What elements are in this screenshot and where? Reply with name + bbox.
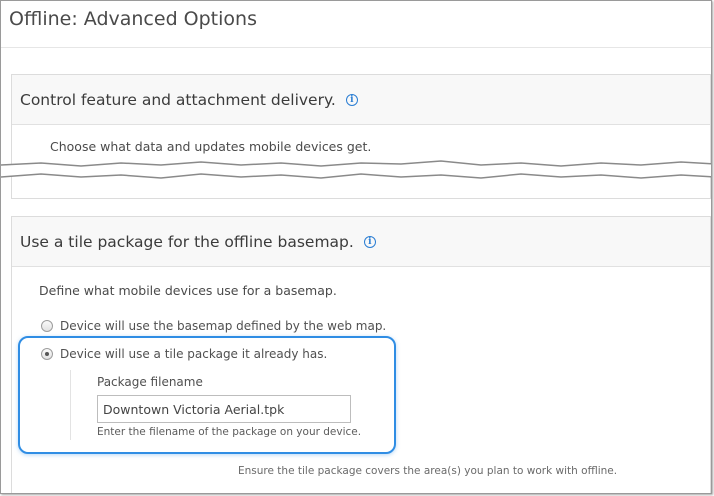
info-icon[interactable]: i (363, 235, 376, 248)
radio-button-checked[interactable] (41, 348, 53, 360)
package-filename-hint: Enter the filename of the package on you… (97, 426, 362, 438)
radio-webmap-basemap[interactable]: Device will use the basemap defined by t… (41, 319, 386, 333)
basemap-title: Use a tile package for the offline basem… (20, 232, 354, 251)
torn-edge-divider (1, 160, 711, 179)
title-divider (1, 47, 711, 48)
package-filename-label: Package filename (97, 375, 203, 389)
feature-delivery-header: Control feature and attachment delivery.… (12, 75, 710, 125)
window-title: Offline: Advanced Options (9, 8, 257, 30)
basemap-header: Use a tile package for the offline basem… (12, 217, 710, 267)
coverage-note: Ensure the tile package covers the area(… (238, 465, 618, 477)
package-filename-input[interactable]: Downtown Victoria Aerial.tpk (97, 395, 351, 423)
basemap-description: Define what mobile devices use for a bas… (39, 283, 337, 298)
info-icon[interactable]: i (345, 93, 358, 106)
radio-button-unchecked[interactable] (41, 320, 53, 332)
radio-webmap-basemap-label: Device will use the basemap defined by t… (60, 319, 387, 333)
indent-guide (70, 370, 71, 440)
advanced-options-window: Offline: Advanced Options Control featur… (0, 0, 712, 494)
radio-tile-package[interactable]: Device will use a tile package it alread… (41, 347, 327, 361)
radio-tile-package-label: Device will use a tile package it alread… (60, 347, 328, 361)
feature-delivery-title: Control feature and attachment delivery. (20, 90, 336, 109)
